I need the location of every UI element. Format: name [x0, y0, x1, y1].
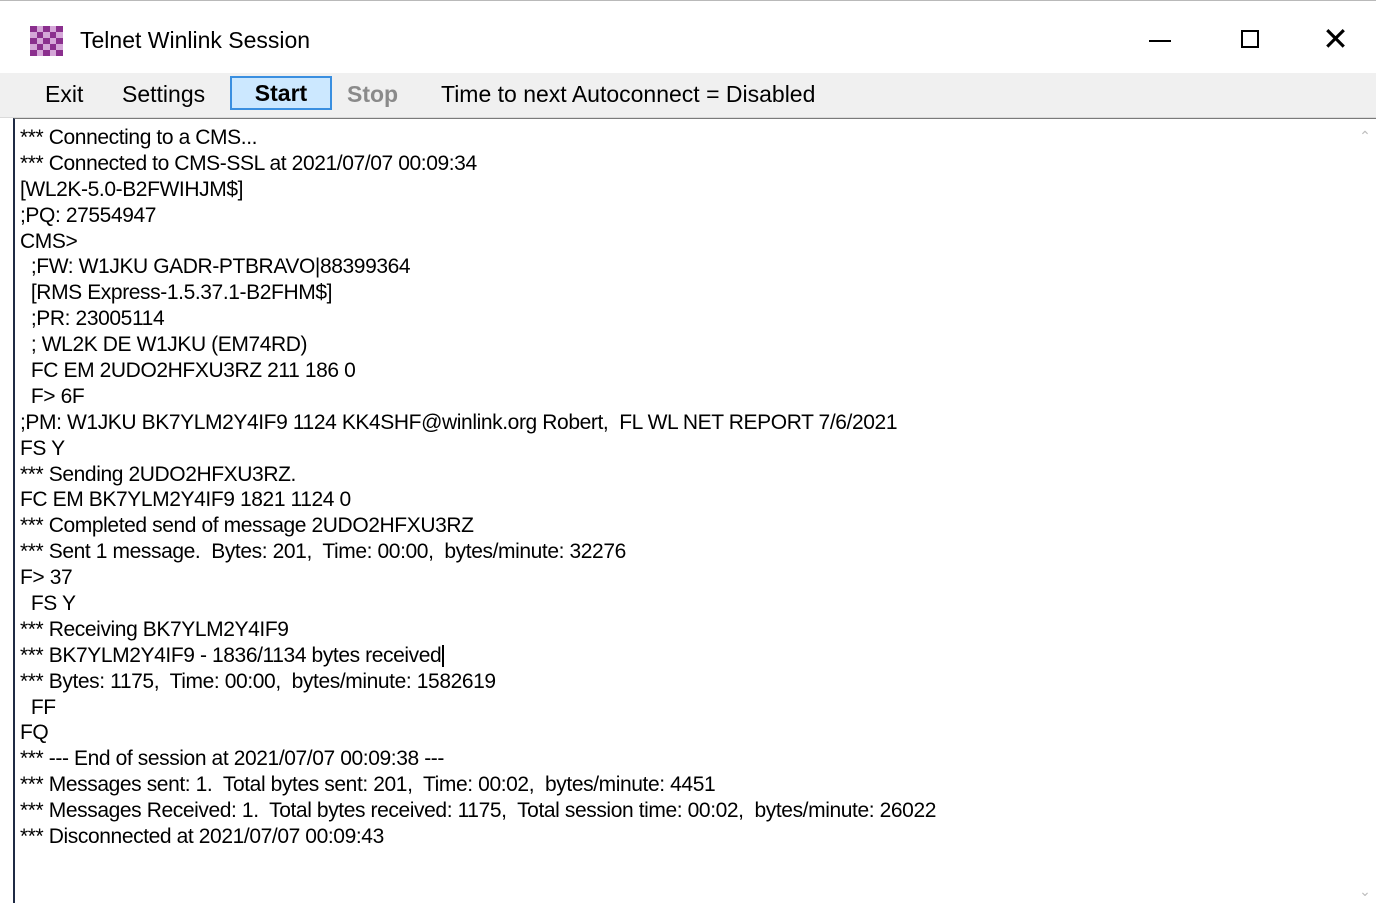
- menu-settings[interactable]: Settings: [122, 79, 205, 109]
- log-line: ; WL2K DE W1JKU (EM74RD): [20, 333, 308, 357]
- log-line: CMS>: [20, 229, 78, 253]
- scroll-down-arrow-icon[interactable]: ⌄: [1354, 880, 1376, 902]
- log-line: FS Y: [20, 436, 65, 460]
- menu-start[interactable]: Start: [230, 76, 332, 110]
- log-line: FS Y: [20, 592, 76, 616]
- log-line: *** Messages sent: 1. Total bytes sent: …: [20, 773, 716, 797]
- log-line: F> 37: [20, 566, 73, 590]
- log-line: ;PR: 23005114: [20, 307, 165, 331]
- log-line: [WL2K-5.0-B2FWIHJM$]: [20, 177, 244, 201]
- winlink-checker-icon: [30, 26, 63, 56]
- log-line: FF: [20, 695, 56, 719]
- session-log-lines: *** Connecting to a CMS... *** Connected …: [20, 125, 1340, 850]
- maximize-icon: [1241, 30, 1259, 48]
- log-line: ;PQ: 27554947: [20, 203, 157, 227]
- window-title: Telnet Winlink Session: [80, 27, 311, 53]
- log-line: *** Connecting to a CMS...: [20, 126, 258, 149]
- minimize-icon: [1149, 40, 1171, 42]
- minimize-button[interactable]: [1115, 1, 1205, 77]
- log-line: ;FW: W1JKU GADR-PTBRAVO|88399364: [20, 255, 411, 279]
- autoconnect-status: Time to next Autoconnect = Disabled: [441, 81, 816, 107]
- maximize-button[interactable]: [1205, 1, 1295, 77]
- log-line: FC EM 2UDO2HFXU3RZ 211 186 0: [20, 359, 356, 383]
- log-line: *** Receiving BK7YLM2Y4IF9: [20, 617, 289, 641]
- log-line: F> 6F: [20, 384, 85, 408]
- log-line: *** Completed send of message 2UDO2HFXU3…: [20, 514, 474, 538]
- menu-exit[interactable]: Exit: [45, 79, 83, 109]
- log-line: *** --- End of session at 2021/07/07 00:…: [20, 747, 444, 771]
- log-line: *** Messages Received: 1. Total bytes re…: [20, 799, 937, 823]
- close-button[interactable]: ✕: [1295, 1, 1376, 77]
- log-line: FQ: [20, 721, 49, 745]
- log-line: *** Bytes: 1175, Time: 00:00, bytes/minu…: [20, 669, 496, 693]
- log-line: FC EM BK7YLM2Y4IF9 1821 1124 0: [20, 488, 351, 512]
- text-caret: [442, 645, 445, 668]
- scroll-up-arrow-icon[interactable]: ⌃: [1354, 125, 1376, 147]
- close-icon: ✕: [1322, 21, 1349, 57]
- log-line: ;PM: W1JKU BK7YLM2Y4IF9 1124 KK4SHF@winl…: [20, 410, 898, 434]
- session-log-textbox[interactable]: *** Connecting to a CMS... *** Connected …: [13, 118, 1376, 903]
- menu-stop[interactable]: Stop: [347, 79, 398, 109]
- log-line: *** Sent 1 message. Bytes: 201, Time: 00…: [20, 540, 626, 564]
- log-line: *** Connected to CMS-SSL at 2021/07/07 0…: [20, 151, 477, 175]
- menu-bar: Exit Settings Start Stop Time to next Au…: [0, 73, 1376, 118]
- title-bar[interactable]: Telnet Winlink Session ✕: [0, 1, 1376, 77]
- log-line: *** BK7YLM2Y4IF9 - 1836/1134 bytes recei…: [20, 643, 1340, 669]
- log-line: [RMS Express-1.5.37.1-B2FHM$]: [20, 281, 333, 305]
- vertical-scrollbar[interactable]: ⌃ ⌄: [1354, 119, 1376, 903]
- telnet-winlink-session-window: Telnet Winlink Session ✕ Exit Settings S…: [0, 0, 1376, 903]
- log-line: *** Sending 2UDO2HFXU3RZ.: [20, 462, 296, 486]
- log-line: *** Disconnected at 2021/07/07 00:09:43: [20, 825, 384, 849]
